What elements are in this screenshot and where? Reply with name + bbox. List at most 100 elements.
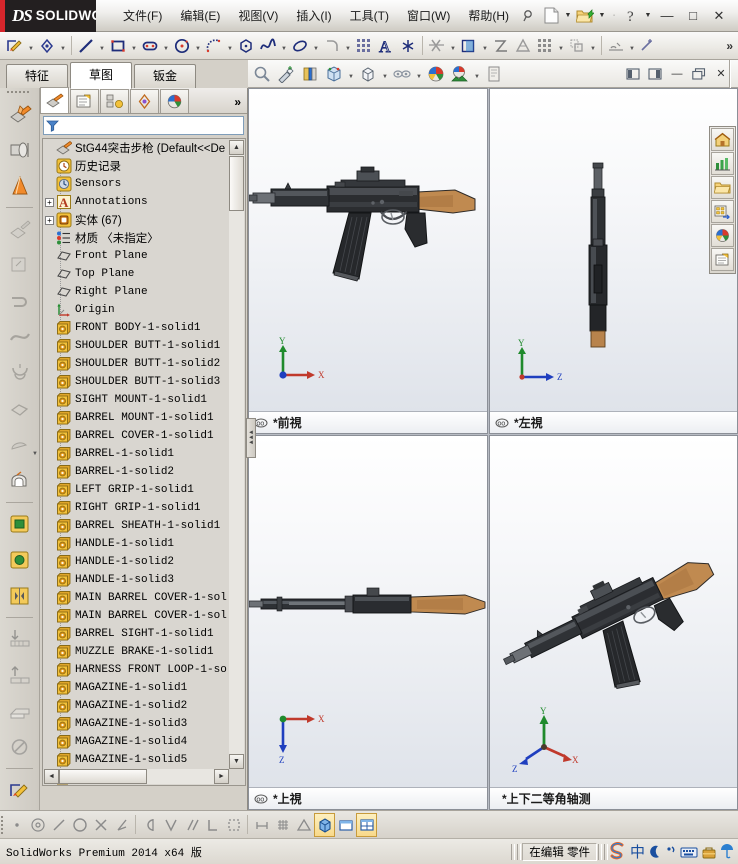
boundary-boss-icon[interactable] [0, 355, 40, 391]
viewport-front-canvas[interactable]: Y X [249, 89, 487, 411]
custom-properties-icon[interactable] [711, 248, 734, 271]
tree-item[interactable]: MAIN BARREL COVER-1-sol: [43, 589, 231, 607]
hide-show-items-icon[interactable] [390, 61, 414, 87]
open-dropdown-icon[interactable]: ▼ [596, 4, 608, 28]
tree-item[interactable]: BARREL-1-solid1 [43, 445, 231, 463]
tree-expand-icon[interactable]: + [45, 197, 54, 207]
swept-boss-base-icon[interactable] [0, 168, 40, 204]
circle-relation-icon[interactable] [69, 813, 90, 837]
slot-dropdown-icon[interactable]: ▼ [161, 34, 171, 58]
extruded-cut-icon[interactable] [0, 211, 40, 247]
tree-item[interactable]: Front Plane [43, 247, 231, 265]
dimension-display-icon[interactable] [251, 813, 272, 837]
tree-item[interactable]: RIGHT GRIP-1-solid1 [43, 499, 231, 517]
sketch-dropdown-icon[interactable]: ▼ [26, 34, 36, 58]
repair-sketch-icon[interactable] [637, 34, 659, 58]
circular-pattern-feature-icon[interactable] [0, 542, 40, 578]
chart-icon[interactable] [711, 152, 734, 175]
revolved-cut-icon[interactable] [0, 247, 40, 283]
filter-input[interactable] [59, 118, 234, 133]
offset-entities-icon[interactable] [458, 34, 480, 58]
tab-sheetmetal[interactable]: 钣金 [134, 64, 196, 88]
dimension-dropdown-icon[interactable]: ▼ [58, 34, 68, 58]
line-icon[interactable] [75, 34, 97, 58]
smart-dimension-icon[interactable] [36, 34, 58, 58]
punctuation-icon[interactable] [665, 844, 677, 860]
hide-show-dropdown-icon[interactable]: ▼ [414, 61, 424, 87]
shell-icon[interactable] [0, 463, 40, 499]
edit-sketch-icon[interactable] [0, 772, 40, 808]
display-states-icon[interactable] [711, 200, 734, 223]
scroll-right-button[interactable]: ► [214, 769, 229, 784]
shaded-with-edges-icon[interactable] [314, 812, 335, 837]
rectangle-dropdown-icon[interactable]: ▼ [129, 34, 139, 58]
tree-item[interactable]: MUZZLE BRAKE-1-solid1 [43, 643, 231, 661]
tree-item[interactable]: MAGAZINE-1-solid1 [43, 679, 231, 697]
restore-right-icon[interactable] [644, 64, 666, 84]
window-maximize-button[interactable]: □ [680, 4, 706, 28]
display-manager-icon[interactable] [160, 89, 189, 113]
tree-item[interactable]: MAGAZINE-1-solid5 [43, 751, 231, 769]
feature-manager-overflow-icon[interactable]: » [234, 95, 247, 113]
tree-item[interactable]: SIGHT MOUNT-1-solid1 [43, 391, 231, 409]
spline-icon[interactable] [257, 34, 279, 58]
slot-icon[interactable] [139, 34, 161, 58]
unfold-icon[interactable] [0, 657, 40, 693]
sketch-icon[interactable] [4, 34, 26, 58]
moon-icon[interactable] [648, 844, 662, 860]
linear-pattern-icon[interactable] [534, 34, 556, 58]
new-document-dropdown-icon[interactable]: ▼ [562, 4, 574, 28]
draft-dropdown-icon[interactable]: ▼ [32, 451, 38, 457]
configuration-manager-icon[interactable] [100, 89, 129, 113]
perpendicular-relation-icon[interactable] [202, 813, 223, 837]
scroll-down-button[interactable]: ▼ [229, 754, 244, 769]
tree-item[interactable]: HANDLE-1-solid2 [43, 553, 231, 571]
display-style-dropdown-icon[interactable]: ▼ [380, 61, 390, 87]
toolbox-icon[interactable] [701, 844, 717, 860]
viewport-front[interactable]: Y X OO *前視 [248, 88, 488, 434]
ellipse-icon[interactable] [289, 34, 311, 58]
property-manager-icon[interactable] [70, 89, 99, 113]
folder-icon[interactable] [711, 176, 734, 199]
swept-cut-icon[interactable] [0, 283, 40, 319]
tree-item[interactable]: FRONT BODY-1-solid1 [43, 319, 231, 337]
arrow-down-relation-icon[interactable] [160, 813, 181, 837]
display-style-icon[interactable] [356, 61, 380, 87]
no-bends-icon[interactable] [0, 729, 40, 765]
menu-file[interactable]: 文件(F) [114, 3, 171, 28]
dimxpert-icon[interactable] [130, 89, 159, 113]
convert-entities-icon[interactable] [490, 34, 512, 58]
concentric-icon[interactable] [27, 813, 48, 837]
tab-sketch[interactable]: 草图 [70, 62, 132, 89]
home-icon[interactable] [711, 128, 734, 151]
open-folder-icon[interactable] [574, 4, 596, 28]
section-view-icon[interactable] [298, 61, 322, 87]
feature-tree[interactable]: StG44突击步枪 (Default<<De 历史记录 Sensors + A Annot… [42, 138, 246, 786]
scene-dropdown-icon[interactable]: ▼ [472, 61, 482, 87]
tree-item[interactable]: Top Plane [43, 265, 231, 283]
view-orientation-icon[interactable] [322, 61, 346, 87]
tree-item[interactable]: LEFT GRIP-1-solid1 [43, 481, 231, 499]
text-icon[interactable]: A [375, 34, 397, 58]
tree-item[interactable]: BARREL COVER-1-solid1 [43, 427, 231, 445]
pin-icon[interactable] [518, 4, 540, 28]
line-relation-icon[interactable] [48, 813, 69, 837]
ellipse-dropdown-icon[interactable]: ▼ [311, 34, 321, 58]
tree-item[interactable]: SHOULDER BUTT-1-solid3 [43, 373, 231, 391]
angle-relation-icon[interactable] [111, 813, 132, 837]
apply-scene-icon[interactable] [448, 61, 472, 87]
flatten-icon[interactable] [0, 693, 40, 729]
move-entities-icon[interactable] [566, 34, 588, 58]
menu-tools[interactable]: 工具(T) [341, 3, 398, 28]
circle-dropdown-icon[interactable]: ▼ [193, 34, 203, 58]
tree-item[interactable]: 材质 〈未指定〉 [43, 229, 231, 247]
sogou-s-icon[interactable] [609, 842, 627, 861]
viewport-isometric-canvas[interactable]: Y X Z [490, 436, 737, 787]
viewport-isometric[interactable]: Y X Z *上下二等角轴测 [489, 435, 738, 810]
toolbar-grip[interactable] [0, 88, 39, 96]
scroll-up-button[interactable]: ▲ [229, 140, 244, 155]
menu-view[interactable]: 视图(V) [229, 3, 287, 28]
linear-pattern-feature-icon[interactable] [0, 506, 40, 542]
window-close-button[interactable]: ✕ [706, 4, 732, 28]
tree-item[interactable]: SHOULDER BUTT-1-solid2 [43, 355, 231, 373]
